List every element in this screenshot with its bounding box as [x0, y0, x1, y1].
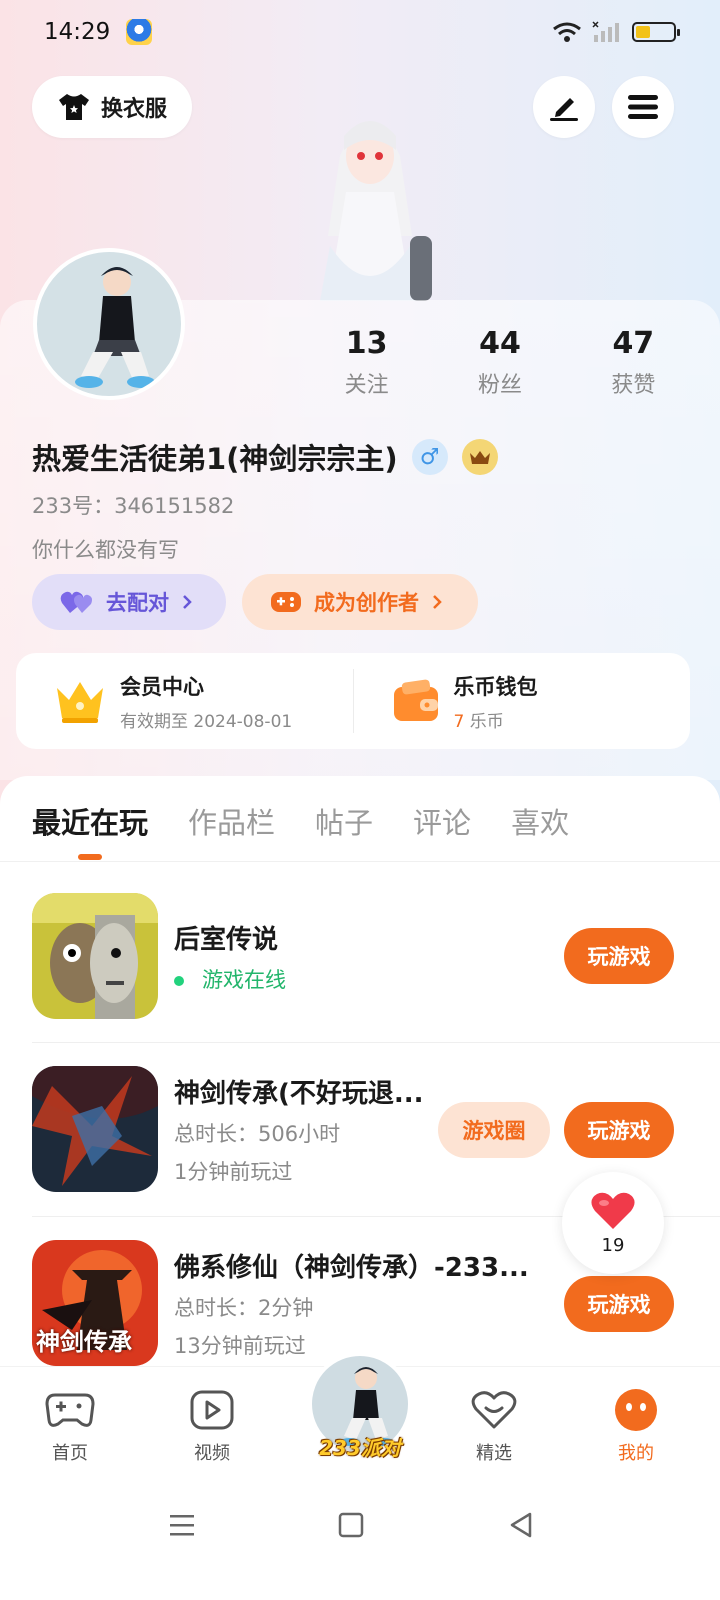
match-label: 去配对: [106, 591, 169, 615]
hearts-icon: [60, 591, 92, 613]
change-outfit-button[interactable]: 换衣服: [32, 76, 192, 138]
crown-badge-icon[interactable]: [461, 439, 498, 475]
stat-likes-value: 47: [612, 326, 655, 361]
gamepad-nav-icon: [45, 1393, 95, 1427]
match-button[interactable]: 去配对: [32, 574, 226, 630]
become-creator-label: 成为创作者: [314, 591, 419, 615]
wallet-title: 乐币钱包: [453, 674, 538, 699]
game-last-played: 13分钟前玩过: [174, 1333, 306, 1358]
thumbnail-title-text: 神剑传承: [36, 1328, 132, 1356]
play-game-button[interactable]: 玩游戏: [564, 1102, 674, 1158]
game-thumbnail[interactable]: [32, 1066, 158, 1192]
nav-featured-label: 精选: [476, 1443, 512, 1464]
tab-recent-played[interactable]: 最近在玩: [32, 800, 148, 842]
profile-stats: 13 关注 44 粉丝 47 获赞: [300, 326, 700, 399]
tab-posts[interactable]: 帖子: [315, 800, 373, 842]
stat-likes[interactable]: 47 获赞: [567, 326, 700, 399]
video-play-icon: [190, 1390, 234, 1430]
stat-followers[interactable]: 44 粉丝: [433, 326, 566, 399]
online-status-text: 游戏在线: [202, 967, 286, 992]
user-bio: 你什么都没有写: [32, 538, 179, 562]
face-icon: [615, 1389, 657, 1431]
back-triangle-icon[interactable]: [508, 1512, 534, 1538]
floating-like-button[interactable]: 19: [562, 1172, 664, 1274]
gamepad-icon: [271, 592, 301, 612]
battery-icon: [632, 22, 680, 42]
nav-video[interactable]: 视频: [162, 1387, 262, 1465]
home-square-icon[interactable]: [338, 1512, 364, 1538]
nav-featured[interactable]: 精选: [444, 1387, 544, 1465]
stat-following[interactable]: 13 关注: [300, 326, 433, 399]
profile-tabs: 最近在玩 作品栏 帖子 评论 喜欢: [32, 800, 569, 842]
play-game-button[interactable]: 玩游戏: [564, 1276, 674, 1332]
menu-icon: [628, 95, 658, 119]
vip-title: 会员中心: [120, 674, 204, 699]
row-divider: [32, 1042, 720, 1043]
online-dot-icon: [174, 975, 184, 986]
tab-likes[interactable]: 喜欢: [511, 800, 569, 842]
edit-profile-button[interactable]: [533, 76, 595, 138]
edit-pen-icon: [550, 98, 578, 121]
status-bar: 14:29: [0, 0, 720, 64]
vip-center-entry[interactable]: 会员中心 有效期至 2024-08-01: [16, 671, 353, 732]
active-tab-indicator: [78, 854, 102, 860]
nav-party-label[interactable]: 233派对: [306, 1432, 414, 1461]
chevron-right-icon: [433, 595, 442, 609]
nickname: 热爱生活徒弟1(神剑宗宗主): [32, 442, 398, 476]
signal-icon: [592, 21, 619, 42]
avatar-3d-figure[interactable]: [300, 96, 440, 301]
tab-works[interactable]: 作品栏: [188, 800, 275, 842]
shirt-icon: [58, 94, 89, 120]
user-avatar[interactable]: [33, 248, 185, 400]
stat-following-label: 关注: [344, 373, 389, 398]
notification-app-icon: [126, 19, 153, 45]
nav-home-label: 首页: [52, 1443, 88, 1464]
nav-mine[interactable]: 我的: [586, 1387, 686, 1465]
menu-button[interactable]: [612, 76, 674, 138]
tab-comments[interactable]: 评论: [413, 800, 471, 842]
game-circle-button[interactable]: 游戏圈: [438, 1102, 550, 1158]
like-count: 19: [601, 1234, 625, 1256]
system-navigation-bar: [0, 1476, 720, 1600]
stat-likes-label: 获赞: [611, 373, 656, 398]
heart-outline-icon: [471, 1391, 517, 1429]
gold-crown-icon: [57, 682, 103, 723]
wallet-icon: [393, 679, 438, 721]
nickname-row: 热爱生活徒弟1(神剑宗宗主) ♂: [32, 436, 498, 478]
nav-mine-label: 我的: [618, 1443, 654, 1464]
tabs-divider: [0, 861, 720, 862]
chevron-right-icon: [183, 595, 192, 609]
wallet-unit: 乐币: [469, 711, 504, 732]
stat-following-value: 13: [345, 326, 388, 361]
status-time: 14:29: [44, 19, 111, 45]
become-creator-button[interactable]: 成为创作者: [242, 574, 478, 630]
male-gender-icon: ♂: [411, 439, 448, 475]
game-thumbnail[interactable]: [32, 893, 158, 1019]
recent-apps-icon[interactable]: [168, 1512, 196, 1538]
vip-expiry: 有效期至 2024-08-01: [120, 711, 293, 732]
wallet-balance: 7 乐币: [454, 707, 538, 732]
nav-video-label: 视频: [194, 1443, 230, 1464]
wifi-icon: [553, 22, 581, 42]
heart-icon: [591, 1192, 635, 1229]
stat-followers-value: 44: [479, 326, 521, 361]
status-icons: [552, 21, 680, 43]
user-id: 233号：346151582: [32, 494, 235, 518]
game-thumbnail[interactable]: 神剑传承: [32, 1240, 158, 1366]
wallet-entry[interactable]: 乐币钱包 7 乐币: [354, 671, 691, 732]
stat-followers-label: 粉丝: [477, 373, 522, 398]
wallet-amount: 7: [453, 711, 465, 732]
change-outfit-label: 换衣服: [100, 97, 167, 122]
play-game-button[interactable]: 玩游戏: [564, 928, 674, 984]
nav-home[interactable]: 首页: [20, 1387, 120, 1465]
membership-panel: 会员中心 有效期至 2024-08-01 乐币钱包 7 乐币: [16, 653, 690, 749]
